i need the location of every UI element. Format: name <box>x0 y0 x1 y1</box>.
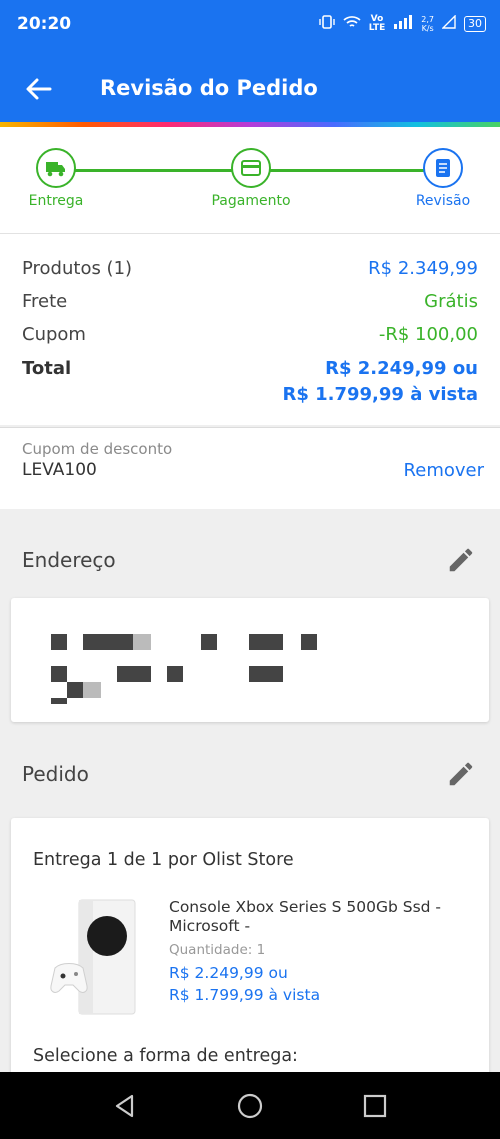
vibrate-icon <box>319 14 335 33</box>
shipping-label: Frete <box>22 291 68 312</box>
address-card[interactable] <box>11 598 489 722</box>
recents-nav-icon[interactable] <box>361 1092 389 1120</box>
address-title: Endereço <box>22 548 116 572</box>
shipping-select-title: Selecione a forma de entrega: <box>33 1046 298 1066</box>
product-price-installment: R$ 2.249,99 ou <box>169 964 288 982</box>
step-label-pagamento: Pagamento <box>211 193 291 209</box>
step-connector <box>269 169 425 172</box>
order-summary: Produtos (1) R$ 2.349,99 Frete Grátis Cu… <box>0 233 500 425</box>
arrow-left-icon[interactable] <box>22 72 56 106</box>
coupon-code: LEVA100 <box>22 460 97 480</box>
volte-label: Vo LTE <box>368 13 386 33</box>
step-entrega[interactable] <box>36 148 76 188</box>
product-price-cash: R$ 1.799,99 à vista <box>169 986 321 1004</box>
status-time: 20:20 <box>17 14 72 34</box>
edit-address-icon[interactable] <box>446 545 476 575</box>
total-label: Total <box>22 358 72 379</box>
store-line: Entrega 1 de 1 por Olist Store <box>33 850 294 870</box>
order-title: Pedido <box>22 762 89 786</box>
product-image <box>50 899 136 1015</box>
coupon-label: Cupom <box>22 324 86 345</box>
document-icon <box>436 159 450 177</box>
network-speed: 2,7 K/s <box>421 14 434 33</box>
step-pagamento[interactable] <box>231 148 271 188</box>
product-quantity: Quantidade: 1 <box>169 942 266 958</box>
signal-alt-icon <box>441 14 456 32</box>
home-nav-icon[interactable] <box>236 1092 264 1120</box>
status-bar: 20:20 Vo LTE 2,7 K/s 30 <box>0 0 500 52</box>
back-nav-icon[interactable] <box>111 1092 139 1120</box>
battery-indicator: 30 <box>464 15 486 32</box>
truck-icon <box>46 162 65 177</box>
products-value: R$ 2.349,99 <box>368 258 478 279</box>
signal-icon <box>393 15 413 32</box>
remove-coupon-button[interactable]: Remover <box>404 460 484 481</box>
page-title: Revisão do Pedido <box>100 76 318 100</box>
product-name: Console Xbox Series S 500Gb Ssd - Micros… <box>169 898 442 935</box>
wifi-icon <box>343 15 361 32</box>
checkout-stepper: Entrega Pagamento Revisão <box>0 127 500 233</box>
product-price: R$ 2.249,99 ou R$ 1.799,99 à vista <box>169 962 320 1006</box>
coupon-value: -R$ 100,00 <box>378 324 478 345</box>
step-revisao[interactable] <box>423 148 463 188</box>
system-nav-bar <box>0 1072 500 1139</box>
products-label: Produtos (1) <box>22 258 133 279</box>
step-label-revisao: Revisão <box>415 193 471 209</box>
coupon-section: Cupom de desconto LEVA100 Remover <box>0 427 500 509</box>
order-card: Entrega 1 de 1 por Olist Store Console X… <box>11 818 489 1088</box>
step-label-entrega: Entrega <box>28 193 84 209</box>
total-value: R$ 2.249,99 ou <box>325 358 478 379</box>
step-connector <box>75 169 233 172</box>
card-icon <box>241 160 261 176</box>
shipping-value: Grátis <box>424 291 478 312</box>
edit-order-icon[interactable] <box>446 759 476 789</box>
app-header: 20:20 Vo LTE 2,7 K/s 30 Revisão do Pedid… <box>0 0 500 127</box>
status-icons: Vo LTE 2,7 K/s 30 <box>319 14 486 33</box>
total-cash-value: R$ 1.799,99 à vista <box>282 384 478 405</box>
coupon-caption: Cupom de desconto <box>22 440 173 458</box>
